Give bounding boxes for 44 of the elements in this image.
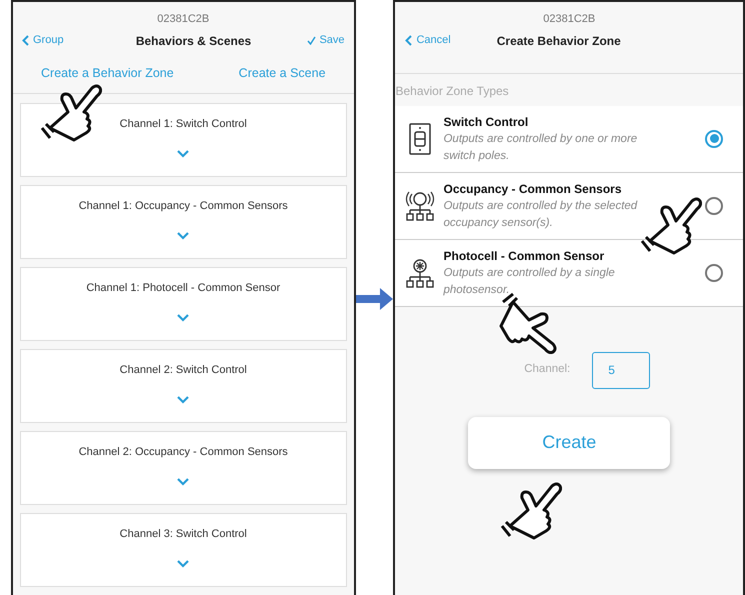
zone-card[interactable]: Channel 1: Occupancy - Common Sensors xyxy=(20,185,347,260)
wall-switch-icon xyxy=(409,122,432,154)
radio-button[interactable] xyxy=(705,196,723,214)
zone-card[interactable]: Channel 3: Switch Control xyxy=(20,513,347,588)
occupancy-sensor-group-icon xyxy=(405,190,436,222)
chevron-down-icon[interactable] xyxy=(177,314,190,322)
zone-label: Channel 3: Switch Control xyxy=(120,527,247,542)
zone-label: Channel 2: Occupancy - Common Sensors xyxy=(78,445,288,460)
option-description: Outputs are controlled by one or more switch poles. xyxy=(443,132,638,164)
pointing-hand-icon xyxy=(640,195,702,257)
option-title: Switch Control xyxy=(443,114,530,130)
screen-title: Behaviors & Scenes xyxy=(136,32,252,50)
device-serial: 02381C2B xyxy=(542,12,596,27)
device-serial: 02381C2B xyxy=(156,12,210,27)
zone-card[interactable]: Channel 1: Switch Control xyxy=(20,103,347,178)
radio-button[interactable] xyxy=(705,264,723,282)
channel-label: Channel: xyxy=(524,362,570,378)
zone-card[interactable]: Channel 2: Occupancy - Common Sensors xyxy=(20,431,347,506)
right-arrow-icon xyxy=(356,287,394,311)
chevron-down-icon[interactable] xyxy=(177,232,190,240)
zone-label: Channel 1: Switch Control xyxy=(120,117,247,132)
pointing-hand-icon xyxy=(500,480,562,542)
chevron-down-icon[interactable] xyxy=(177,396,190,404)
option-title: Photocell - Common Sensor xyxy=(443,248,606,264)
zone-label: Channel 2: Switch Control xyxy=(120,363,247,378)
option-description: Outputs are controlled by a single photosensor. xyxy=(443,266,616,298)
option-title: Occupancy - Common Sensors xyxy=(443,180,623,198)
zone-label: Channel 1: Photocell - Common Sensor xyxy=(86,281,280,296)
chevron-down-icon[interactable] xyxy=(177,560,190,568)
chevron-down-icon[interactable] xyxy=(177,478,190,486)
option-description: Outputs are controlled by the selected occupancy sensor(s). xyxy=(443,198,638,230)
chevron-down-icon[interactable] xyxy=(177,150,190,158)
radio-button[interactable] xyxy=(705,130,723,148)
chevron-left-icon xyxy=(22,35,29,46)
zone-card[interactable]: Channel 2: Switch Control xyxy=(20,349,347,424)
zone-type-option[interactable]: Switch Control Outputs are controlled by one or more switch poles. xyxy=(395,106,743,172)
chevron-left-icon xyxy=(405,35,412,46)
pointing-hand-icon xyxy=(40,82,102,144)
checkmark-icon xyxy=(307,36,316,45)
zone-label: Channel 1: Occupancy - Common Sensors xyxy=(78,199,288,214)
photocell-sensor-group-icon xyxy=(405,256,436,288)
section-header: Behavior Zone Types xyxy=(395,82,510,100)
zone-card[interactable]: Channel 1: Photocell - Common Sensor xyxy=(20,267,347,342)
screen-title: Create Behavior Zone xyxy=(496,32,621,50)
